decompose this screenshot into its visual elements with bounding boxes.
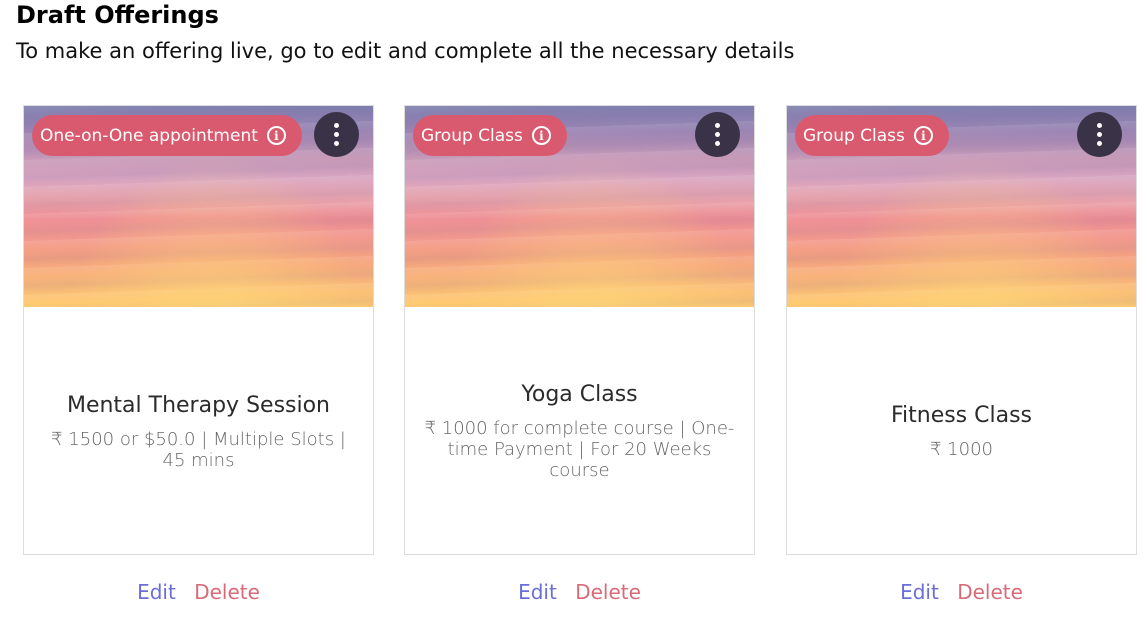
offering-card-yoga-class: Group Class i Yoga Class ₹ 1000 for comp… — [404, 105, 755, 555]
offering-description: ₹ 1500 or $50.0 | Multiple Slots | 45 mi… — [51, 428, 346, 471]
card-menu-button[interactable] — [695, 112, 740, 157]
delete-link[interactable]: Delete — [575, 580, 641, 604]
card-menu-button[interactable] — [314, 112, 359, 157]
more-vertical-icon — [334, 123, 339, 128]
edit-link[interactable]: Edit — [518, 580, 557, 604]
offering-type-label: Group Class — [421, 125, 523, 146]
card-actions: Edit Delete — [786, 578, 1137, 606]
offering-type-badge: One-on-One appointment i — [32, 115, 302, 156]
offering-description: ₹ 1000 for complete course | One-time Pa… — [424, 418, 735, 481]
card-content: Mental Therapy Session ₹ 1500 or $50.0 |… — [24, 307, 373, 555]
card-actions: Edit Delete — [404, 578, 755, 606]
page-subtitle: To make an offering live, go to edit and… — [16, 39, 795, 63]
card-content: Fitness Class ₹ 1000 — [787, 307, 1136, 555]
info-icon[interactable]: i — [913, 126, 933, 145]
offering-title: Mental Therapy Session — [66, 392, 331, 418]
card-actions: Edit Delete — [23, 578, 374, 606]
delete-link[interactable]: Delete — [194, 580, 260, 604]
offering-type-badge: Group Class i — [795, 115, 949, 156]
offering-type-badge: Group Class i — [413, 115, 567, 156]
offering-title: Yoga Class — [521, 382, 638, 407]
edit-link[interactable]: Edit — [137, 580, 176, 604]
offering-type-label: One-on-One appointment — [40, 125, 258, 146]
edit-link[interactable]: Edit — [900, 580, 939, 604]
more-vertical-icon — [1097, 123, 1102, 128]
page-title: Draft Offerings — [16, 1, 219, 29]
card-menu-button[interactable] — [1077, 112, 1122, 157]
offering-type-label: Group Class — [803, 125, 905, 146]
offering-title: Fitness Class — [890, 403, 1033, 428]
more-vertical-icon — [715, 123, 720, 128]
delete-link[interactable]: Delete — [957, 580, 1023, 604]
card-content: Yoga Class ₹ 1000 for complete course | … — [405, 307, 754, 555]
info-icon[interactable]: i — [266, 126, 286, 145]
offering-card-fitness-class: Group Class i Fitness Class ₹ 1000 — [786, 105, 1137, 555]
offering-description: ₹ 1000 — [930, 439, 993, 460]
info-icon[interactable]: i — [531, 126, 551, 145]
offering-card-mental-therapy: One-on-One appointment i Mental Therapy … — [23, 105, 374, 555]
